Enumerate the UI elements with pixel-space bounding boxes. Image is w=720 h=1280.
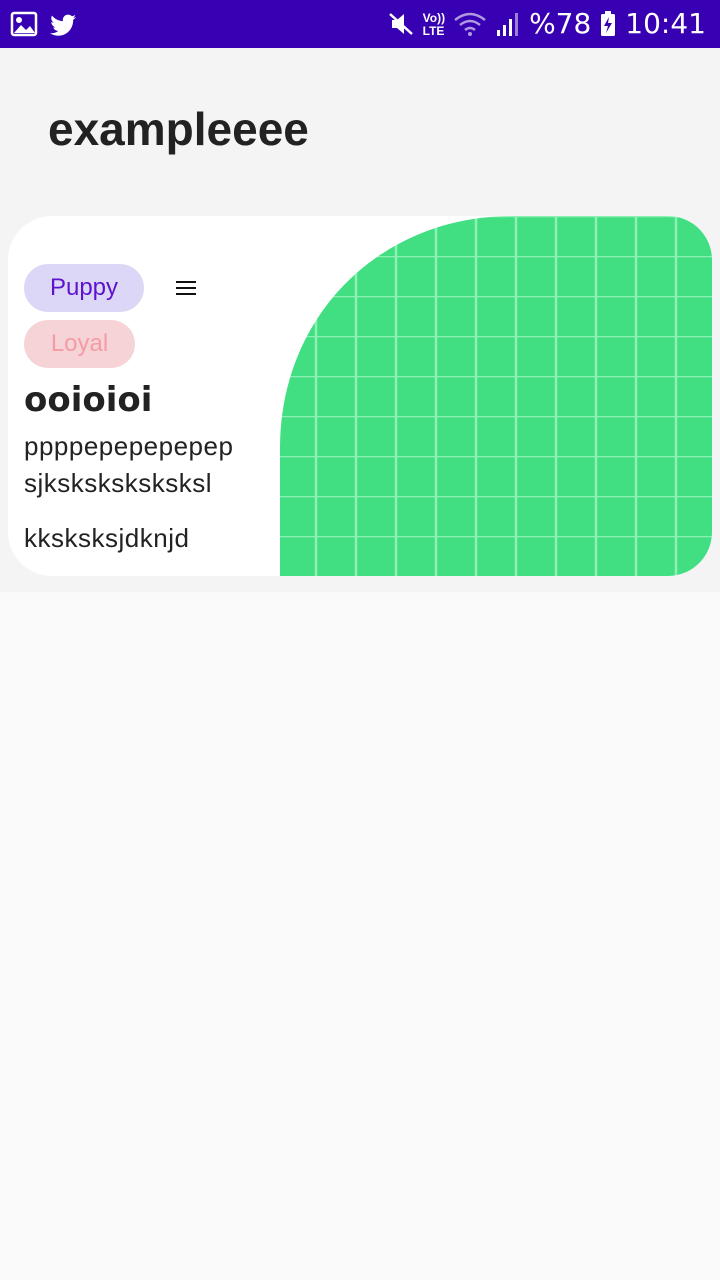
page-title: exampleeee bbox=[48, 103, 309, 155]
volte-indicator: Vo)) LTE bbox=[423, 12, 445, 38]
gallery-icon bbox=[10, 11, 38, 37]
lte-label: LTE bbox=[422, 24, 445, 38]
content-card[interactable]: Puppy Loyal ooioioi ppppepepepepep sjksk… bbox=[8, 216, 712, 576]
wifi-icon bbox=[454, 12, 486, 36]
card-body-text: ppppepepepepep sjksksksksksksl bbox=[24, 431, 234, 498]
signal-icon bbox=[497, 13, 519, 36]
status-bar-right: Vo)) LTE %78 10:41 bbox=[387, 6, 706, 42]
twitter-icon bbox=[50, 14, 76, 36]
chip-loyal[interactable]: Loyal bbox=[24, 320, 135, 368]
card-title: ooioioi bbox=[24, 380, 153, 420]
status-bar-left bbox=[10, 8, 78, 40]
status-bar: Vo)) LTE %78 10:41 bbox=[0, 0, 720, 48]
menu-icon[interactable] bbox=[174, 278, 198, 298]
top-app-bar: exampleeee Puppy Loyal ooioioi ppppepepe… bbox=[0, 48, 720, 592]
battery-percent: %78 bbox=[529, 7, 592, 40]
card-image bbox=[280, 216, 712, 576]
battery-charging-icon bbox=[601, 11, 616, 36]
chip-puppy[interactable]: Puppy bbox=[24, 264, 144, 312]
card-secondary-text: kksksksjdknjd bbox=[24, 523, 190, 553]
clock: 10:41 bbox=[625, 7, 706, 40]
mute-icon bbox=[388, 13, 413, 35]
